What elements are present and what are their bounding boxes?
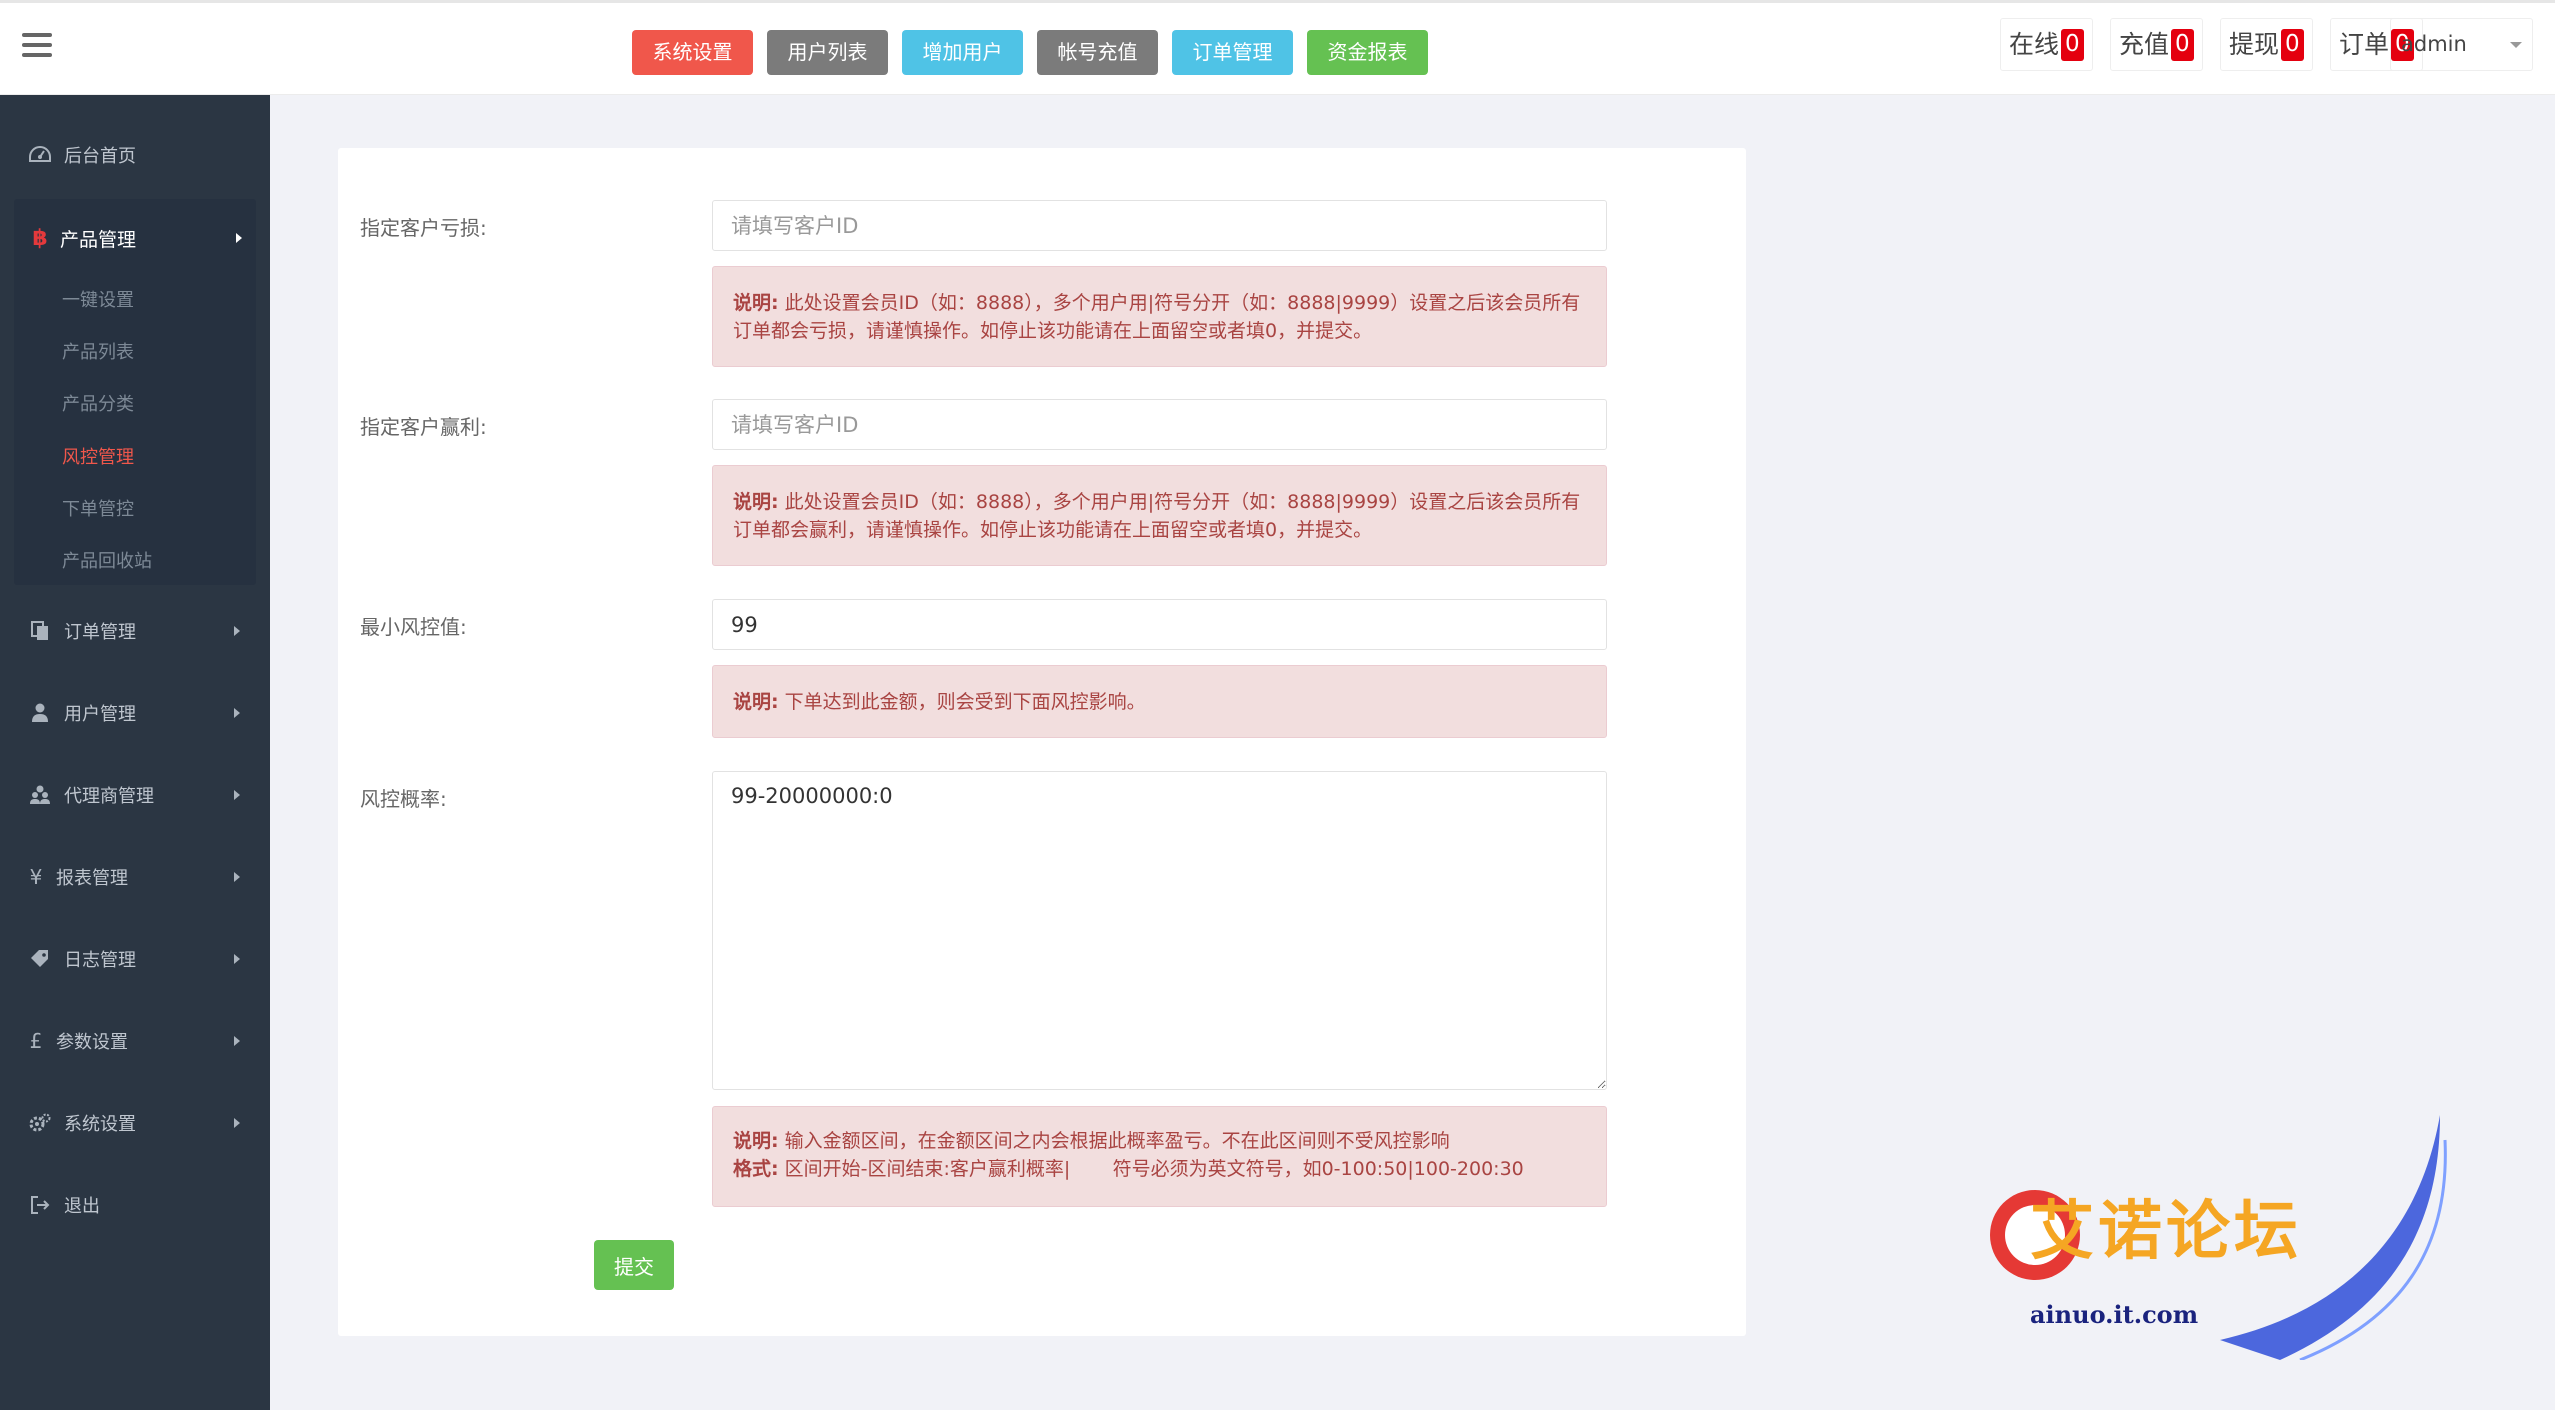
sidebar-group-product: ฿ 产品管理 一键设置 产品列表 产品分类 风控管理 下单管控 产品回收站: [14, 199, 256, 585]
users-icon: [28, 785, 52, 805]
chevron-right-icon: [236, 233, 242, 243]
chevron-right-icon: [234, 708, 240, 718]
note-text: 输入金额区间，在金额区间之内会根据此概率盈亏。不在此区间则不受风控影响: [784, 1130, 1450, 1152]
risk-probability-note: 说明: 输入金额区间，在金额区间之内会根据此概率盈亏。不在此区间则不受风控影响 …: [712, 1106, 1607, 1207]
sidebar-item-label: 用户管理: [64, 704, 136, 725]
note-title: 说明:: [733, 691, 779, 713]
loss-customer-label: 指定客户亏损:: [360, 216, 487, 240]
sidebar-item-home[interactable]: 后台首页: [0, 130, 270, 180]
sidebar-subitem-quick-setup[interactable]: 一键设置: [62, 286, 134, 316]
online-badge: 0: [2061, 28, 2084, 61]
withdraw-badge: 0: [2281, 28, 2304, 61]
note-title: 说明:: [733, 1130, 779, 1152]
note-title: 说明:: [733, 292, 779, 314]
min-risk-note: 说明: 下单达到此金额，则会受到下面风控影响。: [712, 665, 1607, 738]
online-label: 在线: [2009, 30, 2060, 59]
logout-icon: [28, 1196, 52, 1214]
gears-icon: [28, 1113, 52, 1133]
order-management-button[interactable]: 订单管理: [1172, 30, 1293, 75]
yen-icon: ¥: [29, 865, 43, 889]
sidebar-item-reports[interactable]: ¥ 报表管理: [0, 852, 270, 902]
sidebar-item-logout[interactable]: 退出: [0, 1180, 270, 1230]
recharge-label: 充值: [2119, 30, 2170, 59]
chevron-right-icon: [234, 872, 240, 882]
chevron-right-icon: [234, 1036, 240, 1046]
sidebar-item-label: 后台首页: [64, 146, 136, 167]
username: admin: [2401, 32, 2467, 56]
sidebar-item-label: 系统设置: [64, 1114, 136, 1135]
sidebar-item-logs[interactable]: 日志管理: [0, 934, 270, 984]
recharge-counter[interactable]: 充值 0: [2110, 18, 2203, 71]
note-text: 此处设置会员ID（如：8888），多个用户用|符号分开（如：8888|9999）…: [733, 491, 1581, 541]
withdraw-counter[interactable]: 提现 0: [2220, 18, 2313, 71]
add-user-button[interactable]: 增加用户: [902, 30, 1023, 75]
loss-customer-note: 说明: 此处设置会员ID（如：8888），多个用户用|符号分开（如：8888|9…: [712, 266, 1607, 367]
sidebar-item-agents[interactable]: 代理商管理: [0, 770, 270, 820]
profit-customer-label: 指定客户赢利:: [360, 415, 487, 439]
submit-button[interactable]: 提交: [594, 1240, 674, 1290]
tag-icon: [28, 949, 52, 969]
sidebar-item-orders[interactable]: 订单管理: [0, 606, 270, 656]
sidebar: 后台首页 ฿ 产品管理 一键设置 产品列表 产品分类 风控管理 下单管控 产品回…: [0, 95, 270, 1410]
recharge-badge: 0: [2171, 28, 2194, 61]
profit-customer-note: 说明: 此处设置会员ID（如：8888），多个用户用|符号分开（如：8888|9…: [712, 465, 1607, 566]
sidebar-item-label: 产品管理: [60, 228, 137, 251]
top-bar: 系统设置 用户列表 增加用户 帐号充值 订单管理 资金报表 在线 0 充值 0 提现…: [0, 0, 2555, 95]
chevron-right-icon: [234, 954, 240, 964]
user-list-button[interactable]: 用户列表: [767, 30, 888, 75]
order-label: 订单: [2339, 30, 2390, 59]
watermark-url: ainuo.it.com: [2030, 1300, 2199, 1329]
note-text: 此处设置会员ID（如：8888），多个用户用|符号分开（如：8888|9999）…: [733, 292, 1581, 342]
sidebar-item-label: 订单管理: [64, 622, 136, 643]
risk-control-form: 指定客户亏损: 说明: 此处设置会员ID（如：8888），多个用户用|符号分开（…: [338, 148, 1746, 1336]
sidebar-item-system[interactable]: 系统设置: [0, 1098, 270, 1148]
chevron-down-icon: [2510, 42, 2522, 48]
watermark-title: 艾诺论坛: [2030, 1194, 2302, 1269]
sidebar-item-params[interactable]: £ 参数设置: [0, 1016, 270, 1066]
dashboard-icon: [28, 146, 52, 164]
note-text: 下单达到此金额，则会受到下面风控影响。: [784, 691, 1146, 713]
min-risk-label: 最小风控值:: [360, 615, 467, 639]
sidebar-subitem-product-list[interactable]: 产品列表: [62, 338, 134, 368]
sidebar-item-label: 退出: [64, 1196, 100, 1217]
format-title: 格式:: [733, 1158, 779, 1180]
sidebar-item-users[interactable]: 用户管理: [0, 688, 270, 738]
system-settings-button[interactable]: 系统设置: [632, 30, 753, 75]
note-title: 说明:: [733, 491, 779, 513]
risk-probability-label: 风控概率:: [360, 787, 447, 811]
min-risk-input[interactable]: [712, 599, 1607, 650]
sidebar-subitem-product-category[interactable]: 产品分类: [62, 390, 134, 420]
sidebar-item-label: 代理商管理: [64, 786, 154, 807]
menu-toggle-icon[interactable]: [22, 33, 52, 57]
chevron-right-icon: [234, 790, 240, 800]
sidebar-subitem-product-recycle[interactable]: 产品回收站: [62, 547, 152, 577]
fund-report-button[interactable]: 资金报表: [1307, 30, 1428, 75]
account-recharge-button[interactable]: 帐号充值: [1037, 30, 1158, 75]
watermark-logo: 艾诺论坛 ainuo.it.com: [1970, 1110, 2450, 1360]
user-menu[interactable]: admin: [2390, 18, 2533, 71]
sidebar-item-label: 参数设置: [56, 1032, 128, 1053]
sidebar-item-label: 日志管理: [64, 950, 136, 971]
pound-icon: £: [29, 1029, 43, 1053]
risk-probability-textarea[interactable]: 99-20000000:0: [712, 771, 1607, 1090]
profit-customer-input[interactable]: [712, 399, 1607, 450]
online-counter[interactable]: 在线 0: [2000, 18, 2093, 71]
bitcoin-icon: ฿: [32, 225, 48, 251]
chevron-right-icon: [234, 626, 240, 636]
sidebar-subitem-order-control[interactable]: 下单管控: [62, 495, 134, 525]
sidebar-subitem-risk-control[interactable]: 风控管理: [62, 443, 134, 473]
copy-icon: [28, 621, 52, 641]
sidebar-item-label: 报表管理: [56, 868, 128, 889]
chevron-right-icon: [234, 1118, 240, 1128]
withdraw-label: 提现: [2229, 30, 2280, 59]
sidebar-item-product[interactable]: ฿ 产品管理: [14, 199, 256, 277]
user-icon: [28, 703, 52, 723]
loss-customer-input[interactable]: [712, 200, 1607, 251]
format-text: 区间开始-区间结束:客户赢利概率| 符号必须为英文符号，如0-100:50|10…: [784, 1158, 1524, 1180]
